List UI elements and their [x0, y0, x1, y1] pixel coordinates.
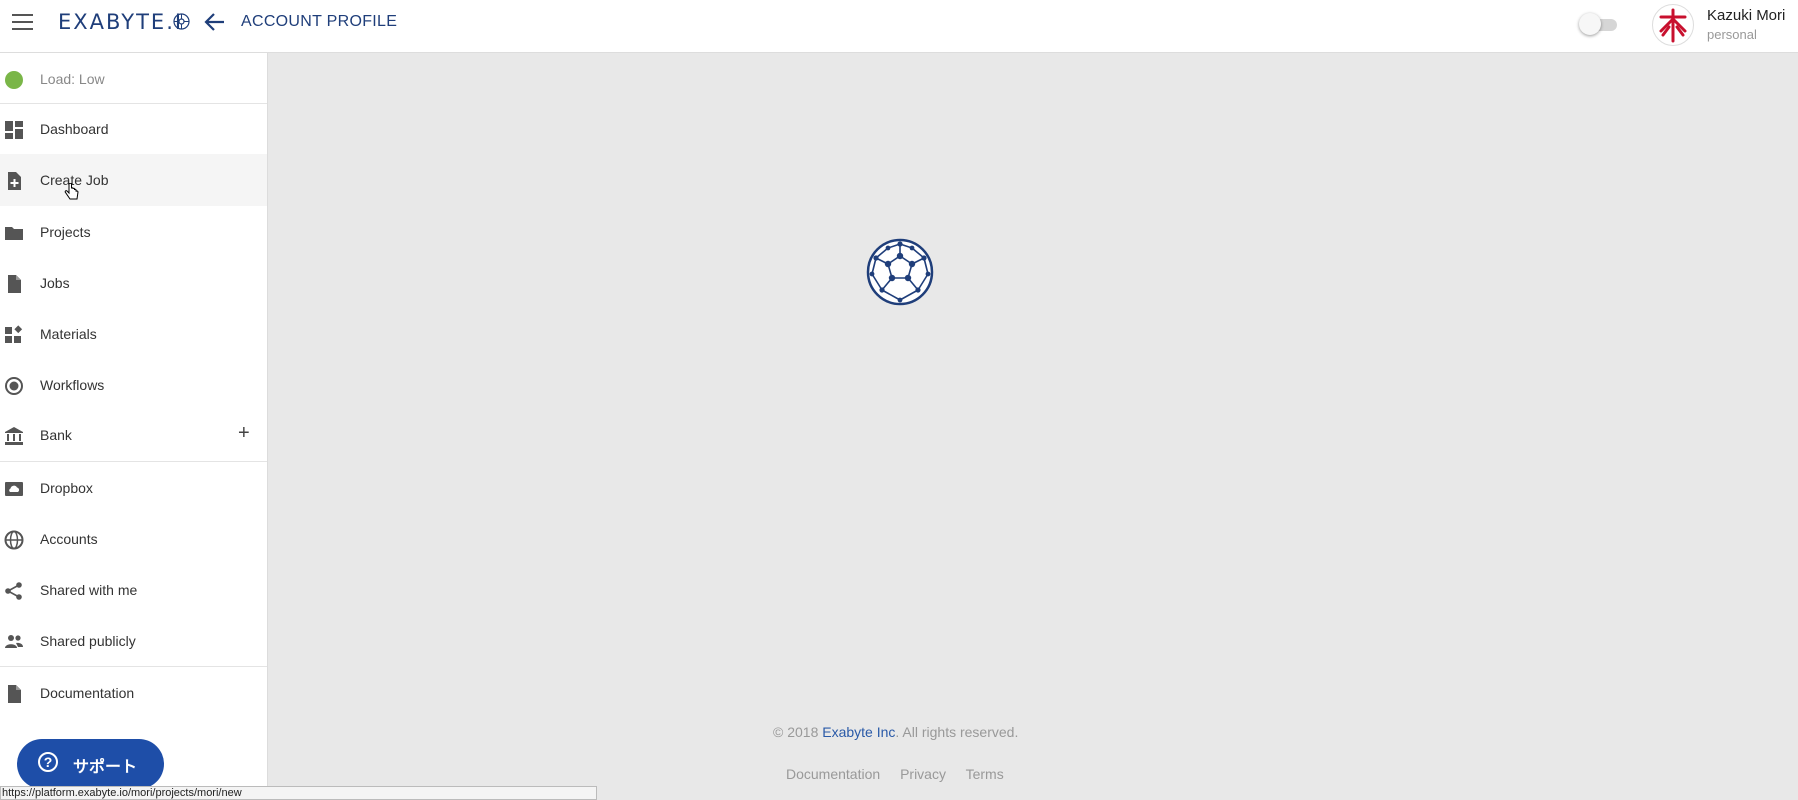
dashboard-icon: [5, 121, 23, 139]
page-title: ACCOUNT PROFILE: [241, 13, 398, 30]
sidebar-item-shared-publicly[interactable]: Shared publicly: [0, 615, 267, 667]
sidebar-item-workflows[interactable]: Workflows: [0, 359, 267, 411]
widgets-icon: [5, 325, 23, 343]
sidebar-item-label: Jobs: [40, 275, 70, 291]
folder-icon: [5, 227, 23, 240]
sidebar-item-label: Dropbox: [40, 480, 93, 496]
load-indicator-icon: [5, 71, 23, 89]
loading-molecule-icon: [866, 238, 934, 306]
sidebar-item-accounts[interactable]: Accounts: [0, 513, 267, 565]
sidebar-item-documentation[interactable]: Documentation: [0, 667, 267, 719]
sidebar-item-label: Projects: [40, 224, 91, 240]
copyright-prefix: © 2018: [773, 724, 823, 740]
sidebar-item-dropbox[interactable]: Dropbox: [0, 462, 267, 514]
sidebar-item-label: Shared publicly: [40, 633, 136, 649]
sidebar-item-label: Accounts: [40, 531, 98, 547]
sidebar-item-jobs[interactable]: Jobs: [0, 257, 267, 309]
bank-icon: [5, 427, 23, 445]
copyright-suffix: . All rights reserved.: [895, 724, 1019, 740]
company-link[interactable]: Exabyte Inc: [822, 724, 895, 740]
file-icon: [8, 275, 21, 293]
sidebar-item-materials[interactable]: Materials: [0, 308, 267, 360]
globe-icon: [4, 530, 24, 550]
sidebar-item-label: Dashboard: [40, 121, 109, 137]
share-icon: [5, 582, 22, 600]
load-label: Load: Low: [40, 71, 105, 87]
sidebar-item-label: Workflows: [40, 377, 105, 393]
footer-link-privacy[interactable]: Privacy: [900, 766, 946, 782]
back-arrow-icon[interactable]: [204, 12, 226, 32]
logo[interactable]: EXABYTE.I: [58, 10, 183, 34]
avatar[interactable]: [1652, 4, 1694, 46]
radio-icon: [5, 377, 23, 395]
top-bar: EXABYTE.I ACCOUNT PROFILE Kazuki Mori pe…: [0, 0, 1798, 53]
add-bank-button[interactable]: +: [238, 422, 250, 445]
sidebar-item-shared-with-me[interactable]: Shared with me: [0, 564, 267, 616]
sidebar-item-label: Shared with me: [40, 582, 138, 598]
sidebar-item-bank[interactable]: Bank +: [0, 409, 267, 461]
people-icon: [5, 635, 23, 648]
sidebar: Load: Low Dashboard Create Job Projects …: [0, 53, 268, 800]
sidebar-item-projects[interactable]: Projects: [0, 206, 267, 258]
logo-wheel-icon: [173, 13, 190, 30]
theme-toggle[interactable]: [1579, 13, 1621, 35]
cloud-box-icon: [5, 482, 23, 496]
support-button[interactable]: ? サポート: [17, 739, 164, 789]
file-plus-icon: [8, 172, 21, 190]
document-icon: [8, 685, 21, 703]
sidebar-item-label: Materials: [40, 326, 97, 342]
user-name[interactable]: Kazuki Mori: [1707, 7, 1785, 24]
help-icon: ?: [38, 752, 58, 772]
sidebar-item-create-job[interactable]: Create Job: [0, 154, 267, 206]
sidebar-item-dashboard[interactable]: Dashboard: [0, 103, 267, 155]
menu-icon[interactable]: [12, 14, 33, 30]
support-label: サポート: [73, 759, 138, 776]
hand-cursor-icon: [64, 183, 79, 200]
account-type: personal: [1707, 27, 1757, 42]
footer-link-documentation[interactable]: Documentation: [786, 766, 880, 782]
avatar-kanji-icon: [1659, 8, 1687, 43]
copyright: © 2018 Exabyte Inc. All rights reserved.: [773, 724, 1018, 740]
status-bar-url: https://platform.exabyte.io/mori/project…: [0, 786, 597, 800]
footer-links: Documentation Privacy Terms: [786, 766, 1020, 782]
sidebar-item-label: Documentation: [40, 685, 135, 701]
footer-link-terms[interactable]: Terms: [966, 766, 1004, 782]
sidebar-item-label: Bank: [40, 427, 72, 443]
load-status: Load: Low: [0, 67, 268, 93]
